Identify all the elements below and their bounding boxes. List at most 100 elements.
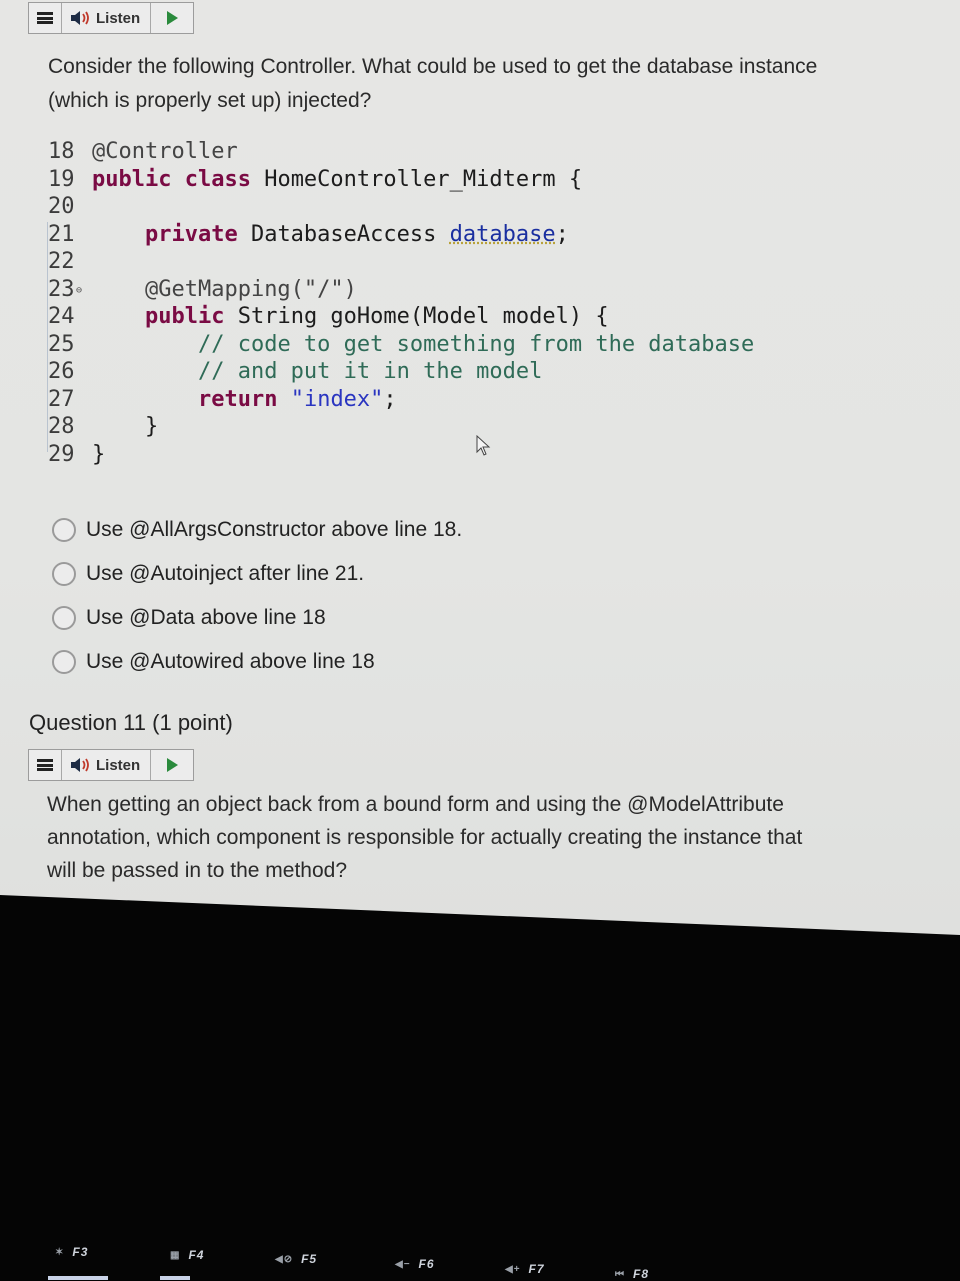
function-key: ▦ F4: [170, 1248, 204, 1262]
code-string: "index": [290, 386, 384, 412]
listen-label: Listen: [96, 756, 141, 774]
key-symbol-icon: ◀−: [395, 1258, 411, 1270]
line-number: 20: [48, 194, 75, 220]
line-number: 27: [48, 386, 75, 412]
key-label: F3: [72, 1245, 89, 1259]
code-line: 18 @Controller: [48, 138, 754, 166]
line-number: 19: [48, 166, 75, 192]
line-number: 18: [48, 139, 75, 165]
line-number: 25: [48, 331, 75, 357]
keyboard-function-row: ✶ F3 ▦ F4 ◀⊘ F5 ◀− F6 ◀+ F7 ⏮ F8: [0, 1240, 960, 1281]
code-text: }: [92, 441, 106, 467]
listen-toolbar: Listen: [28, 2, 195, 34]
hamburger-icon: [37, 12, 53, 24]
mouse-cursor-icon: [476, 435, 491, 456]
option-label: Use @AllArgsConstructor above line 18.: [86, 518, 463, 541]
code-keyword: public class: [92, 166, 251, 192]
code-line: 22: [48, 248, 754, 276]
code-line: 21 private DatabaseAccess database;: [48, 221, 754, 249]
line-number: 22: [48, 249, 75, 275]
radio-button[interactable]: [52, 606, 76, 630]
code-text: String goHome(Model model) {: [224, 304, 609, 330]
function-key: ✶ F3: [55, 1245, 88, 1259]
radio-button[interactable]: [52, 518, 76, 542]
listen-button[interactable]: Listen: [62, 3, 152, 33]
function-key: ◀− F6: [395, 1257, 435, 1271]
answer-option[interactable]: Use @AllArgsConstructor above line 18.: [52, 508, 462, 552]
code-line: 26 // and put it in the model: [48, 358, 754, 386]
prompt-line: annotation, which component is responsib…: [47, 826, 803, 849]
code-text: HomeController_Midterm {: [250, 166, 583, 192]
key-symbol-icon: ◀+: [505, 1263, 521, 1275]
key-label: F6: [418, 1257, 435, 1271]
code-line: 25 // code to get something from the dat…: [48, 331, 754, 359]
question-prompt: Consider the following Controller. What …: [48, 50, 928, 118]
key-symbol-icon: ✶: [55, 1246, 65, 1258]
listen-toolbar-q11: Listen: [28, 749, 195, 781]
fold-icon[interactable]: ⊖: [76, 285, 82, 296]
code-comment: // and put it in the model: [197, 359, 543, 385]
answer-option[interactable]: Use @Autowired above line 18: [52, 640, 462, 684]
quiz-screen: Listen Consider the following Controller…: [0, 0, 960, 935]
line-number: 23 ⊖: [48, 276, 83, 302]
code-line: 28 }: [48, 413, 754, 441]
speaker-icon: [71, 758, 89, 772]
key-label: F8: [633, 1267, 650, 1281]
code-text: @GetMapping("/"): [144, 276, 357, 302]
play-icon: [166, 11, 178, 25]
code-text: ;: [555, 221, 569, 247]
prompt-line: will be passed in to the method?: [47, 859, 348, 882]
code-comment: // code to get something from the databa…: [197, 331, 755, 357]
answer-option[interactable]: Use @Data above line 18: [52, 596, 462, 640]
listen-menu-button[interactable]: [29, 750, 62, 780]
play-button[interactable]: [151, 3, 193, 33]
listen-button[interactable]: Listen: [62, 750, 152, 780]
question-title: Question 11: [29, 710, 147, 735]
code-text: @Controller: [92, 139, 238, 165]
key-symbol-icon: ◀⊘: [275, 1253, 294, 1265]
answer-option[interactable]: Use @Autoinject after line 21.: [52, 552, 462, 596]
line-number: 21: [48, 221, 75, 247]
code-field: database: [449, 221, 556, 247]
line-number: 26: [48, 359, 75, 385]
code-keyword: public: [144, 304, 225, 330]
prompt-line: Consider the following Controller. What …: [48, 55, 818, 78]
question-points: (1 point): [152, 710, 233, 735]
line-number: 24: [48, 304, 75, 330]
key-backlight: [48, 1276, 108, 1280]
prompt-line: (which is properly set up) injected?: [48, 89, 372, 112]
line-number: 29: [48, 441, 75, 467]
speaker-icon: [71, 11, 89, 25]
question-11-prompt: When getting an object back from a bound…: [47, 788, 867, 887]
code-block: 18 @Controller 19 public class HomeControll…: [48, 138, 754, 468]
play-icon: [166, 758, 178, 772]
hamburger-icon: [37, 759, 53, 771]
answer-options: Use @AllArgsConstructor above line 18. Us…: [52, 508, 462, 684]
code-keyword: return: [197, 386, 278, 412]
option-label: Use @Autowired above line 18: [86, 650, 375, 673]
line-number: 28: [48, 414, 75, 440]
code-text: DatabaseAccess: [237, 221, 450, 247]
key-label: F5: [301, 1252, 318, 1266]
option-label: Use @Autoinject after line 21.: [86, 562, 365, 585]
code-line: 19 public class HomeController_Midterm {: [48, 166, 754, 194]
code-line: 24 public String goHome(Model model) {: [48, 303, 754, 331]
key-symbol-icon: ▦: [170, 1249, 181, 1261]
key-label: F4: [188, 1248, 205, 1262]
key-backlight: [160, 1276, 190, 1280]
radio-button[interactable]: [52, 650, 76, 674]
play-button[interactable]: [151, 750, 193, 780]
code-text: }: [144, 414, 159, 440]
radio-button[interactable]: [52, 562, 76, 586]
function-key: ◀+ F7: [505, 1262, 545, 1276]
key-symbol-icon: ⏮: [615, 1268, 625, 1280]
listen-menu-button[interactable]: [29, 3, 62, 33]
code-line: 29}: [48, 441, 754, 469]
